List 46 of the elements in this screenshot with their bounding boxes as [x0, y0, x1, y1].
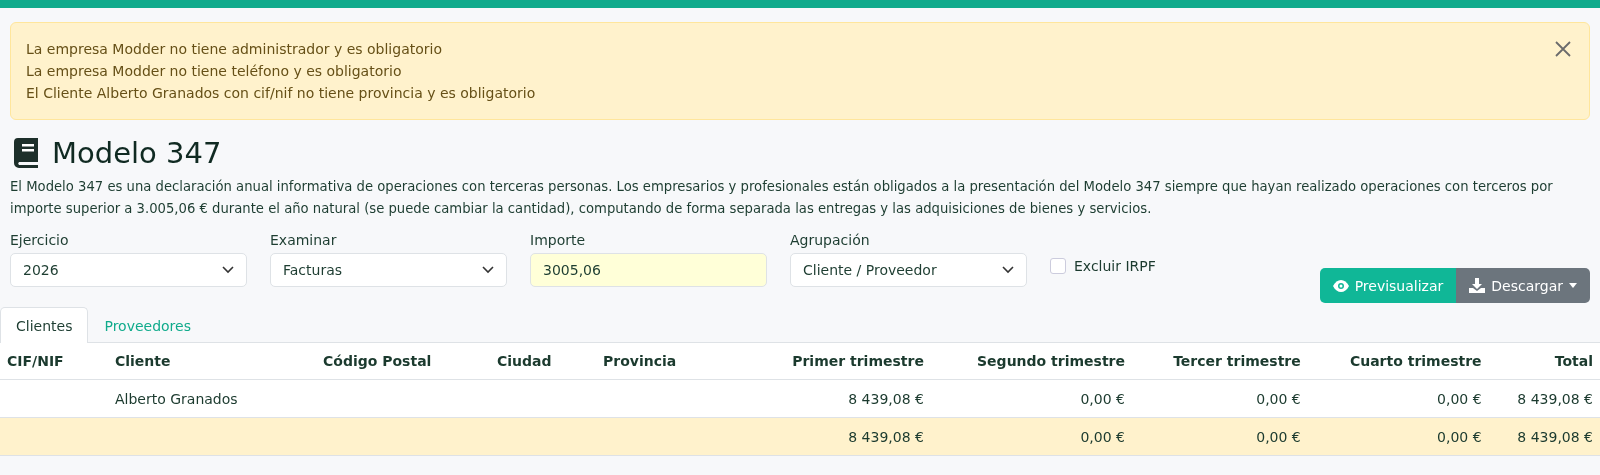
total-cell: 0,00 € [1080, 428, 1125, 445]
total-cell: 0,00 € [1437, 428, 1482, 445]
eye-icon [1332, 279, 1349, 292]
close-icon [1555, 41, 1571, 57]
select-field[interactable]: Cliente / Proveedor [790, 253, 1027, 287]
column-header: Total [1488, 343, 1600, 380]
column-header: Tercer trimestre [1132, 343, 1308, 380]
checkbox[interactable] [1050, 258, 1066, 274]
column-header: Primer trimestre [750, 343, 931, 380]
page-title: Modelo 347 [52, 136, 222, 170]
input-field[interactable]: 3005,06 [530, 253, 767, 287]
column-header: Segundo trimestre [930, 343, 1132, 380]
column-header: CIF/NIF [0, 343, 108, 380]
field-label: Agrupación [790, 232, 871, 248]
chevron-down-icon [222, 266, 234, 274]
select-field[interactable]: Facturas [270, 253, 507, 287]
total-cell: 0,00 € [1256, 428, 1301, 445]
alert-message: La empresa Modder no tiene teléfono y es obligatorio [26, 62, 403, 81]
book-icon [14, 138, 40, 168]
column-header: Código Postal [316, 343, 490, 380]
field-label: Importe [530, 232, 587, 248]
download-button[interactable]: Descargar [1456, 268, 1590, 303]
alert-message: La empresa Modder no tiene administrador y es obligatorio [26, 40, 443, 59]
column-header: Cuarto trimestre [1307, 343, 1489, 380]
total-cell: 8 439,08 € [1517, 428, 1593, 445]
checkbox-label: Excluir IRPF [1074, 258, 1156, 274]
total-cell: 8 439,08 € [848, 428, 924, 445]
column-header: Provincia [596, 343, 750, 380]
table-cell: 0,00 € [1256, 390, 1301, 407]
caret-icon [1569, 283, 1577, 288]
table-cell: 0,00 € [1080, 390, 1125, 407]
chevron-down-icon [482, 266, 494, 274]
table-cell: Alberto Granados [115, 390, 238, 407]
download-icon [1469, 278, 1486, 293]
chevron-down-icon [1002, 266, 1014, 274]
column-header: Cliente [108, 343, 316, 380]
alert-message: El Cliente Alberto Granados con cif/nif no tiene provincia y es obligatorio [26, 84, 536, 103]
description: El Modelo 347 es una declaración anual informativa de operaciones con terceras personas. Los empresarios y profesionales están obligados a la presentación del Modelo 347 siempre que hayan realizado operaciones con terceros por importe superior a 3.005,06 € durante el año natural (se puede cambiar la cantidad), computando de forma separada las entregas y las adquisiciones de bienes y servicios. [10, 178, 1554, 218]
table-cell: 0,00 € [1437, 390, 1482, 407]
field-label: Ejercicio [10, 232, 70, 248]
table-cell: 8 439,08 € [1517, 390, 1593, 407]
column-header: Ciudad [490, 343, 596, 380]
table-cell: 8 439,08 € [848, 390, 924, 407]
field-label: Examinar [270, 232, 338, 248]
tab[interactable]: Clientes [0, 307, 89, 343]
select-field[interactable]: 2026 [10, 253, 247, 287]
